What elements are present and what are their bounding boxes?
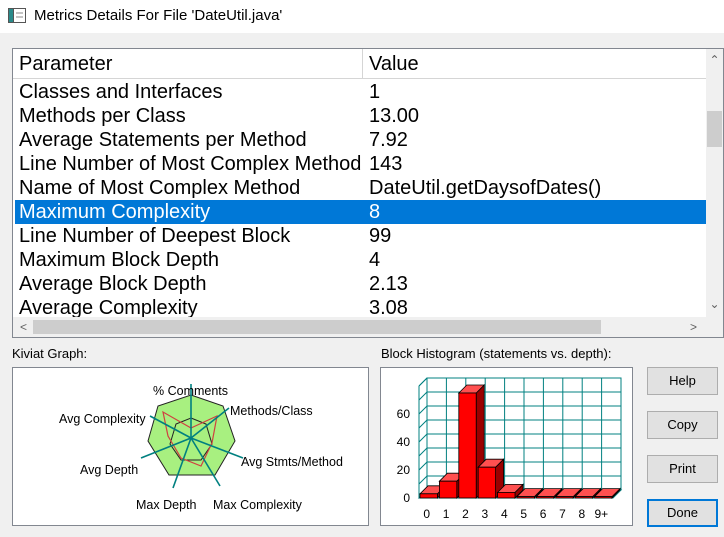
bar — [535, 496, 555, 499]
value-cell: 4 — [369, 249, 381, 271]
help-button[interactable]: Help — [647, 367, 718, 395]
value-cell: 2.13 — [369, 273, 408, 295]
x-tick-label: 4 — [501, 507, 508, 521]
parameter-cell: Line Number of Most Complex Method — [19, 153, 362, 175]
kiviat-axis-label: % Comments — [153, 384, 228, 398]
kiviat-axis-label: Avg Stmts/Method — [241, 455, 343, 469]
kiviat-axis-label: Avg Depth — [80, 463, 138, 477]
parameter-cell: Maximum Block Depth — [19, 249, 220, 271]
column-header-value[interactable]: Value — [363, 49, 706, 79]
bar — [516, 496, 535, 499]
value-cell: 99 — [369, 225, 392, 247]
value-cell: DateUtil.getDaysofDates() — [369, 177, 602, 199]
horizontal-scroll-thumb[interactable] — [33, 320, 601, 334]
column-header-parameter[interactable]: Parameter — [13, 49, 363, 79]
kiviat-graph: % Comments Methods/Class Avg Stmts/Metho… — [59, 384, 343, 512]
bar — [555, 496, 574, 499]
kiviat-axis-label: Max Complexity — [213, 498, 303, 512]
bar — [574, 496, 593, 499]
scroll-down-icon[interactable]: ⌄ — [706, 297, 723, 311]
title-bar: Metrics Details For File 'DateUtil.java' — [0, 0, 724, 33]
kiviat-axis-label: Methods/Class — [230, 404, 313, 418]
bar — [458, 392, 477, 499]
y-tick-label: 40 — [397, 435, 411, 449]
horizontal-scrollbar[interactable]: < > — [13, 317, 706, 337]
histogram-label: Block Histogram (statements vs. depth): — [381, 346, 612, 361]
parameter-cell: Average Block Depth — [19, 273, 207, 295]
table-row[interactable]: Average Complexity 3.08 — [15, 296, 706, 317]
value-cell: 13.00 — [369, 105, 420, 127]
bar — [439, 480, 458, 499]
scroll-up-icon[interactable]: ⌃ — [706, 53, 723, 67]
table-row[interactable]: Average Block Depth 2.13 — [15, 272, 706, 296]
table-row[interactable]: Name of Most Complex Method DateUtil.get… — [15, 176, 706, 200]
table-row[interactable]: Average Statements per Method 7.92 — [15, 128, 706, 152]
window-title: Metrics Details For File 'DateUtil.java' — [34, 7, 283, 24]
value-cell: 143 — [369, 153, 403, 175]
parameter-cell: Line Number of Deepest Block — [19, 225, 291, 247]
value-cell: 7.92 — [369, 129, 408, 151]
x-tick-label: 7 — [559, 507, 566, 521]
scroll-corner — [706, 317, 723, 337]
parameter-cell: Name of Most Complex Method — [19, 177, 301, 199]
parameter-cell: Maximum Complexity — [19, 201, 211, 223]
kiviat-axis-label: Avg Complexity — [59, 412, 146, 426]
parameter-cell: Methods per Class — [19, 105, 186, 127]
value-cell: 1 — [369, 81, 381, 103]
vertical-scrollbar[interactable]: ⌃ ⌄ — [706, 49, 723, 317]
table-row[interactable]: Maximum Block Depth 4 — [15, 248, 706, 272]
x-tick-label: 2 — [462, 507, 469, 521]
parameter-cell: Average Statements per Method — [19, 129, 307, 151]
x-tick-label: 5 — [520, 507, 527, 521]
parameter-cell: Classes and Interfaces — [19, 81, 223, 103]
table-row[interactable]: Line Number of Most Complex Method 143 — [15, 152, 706, 176]
table-row[interactable]: Classes and Interfaces 1 — [15, 80, 706, 104]
table-row[interactable]: Line Number of Deepest Block 99 — [15, 224, 706, 248]
y-tick-label: 20 — [397, 463, 411, 477]
value-cell: 3.08 — [369, 297, 408, 317]
histogram-panel: 0 20 40 60 0 1 2 3 4 5 6 7 8 9+ — [380, 367, 633, 526]
y-tick-label: 60 — [397, 407, 411, 421]
kiviat-panel: % Comments Methods/Class Avg Stmts/Metho… — [12, 367, 369, 526]
copy-button[interactable]: Copy — [647, 411, 718, 439]
print-button[interactable]: Print — [647, 455, 718, 483]
y-tick-label: 0 — [403, 491, 410, 505]
x-tick-label: 3 — [482, 507, 489, 521]
bar — [419, 493, 438, 499]
bar — [497, 492, 516, 499]
kiviat-axis-label: Max Depth — [136, 498, 196, 512]
x-tick-label: 9+ — [594, 507, 608, 521]
parameter-cell: Average Complexity — [19, 297, 198, 317]
metrics-list[interactable]: Parameter Value Classes and Interfaces 1… — [12, 48, 724, 338]
value-cell: 8 — [369, 201, 381, 223]
bar — [594, 496, 613, 499]
kiviat-label: Kiviat Graph: — [12, 346, 88, 361]
vertical-scroll-thumb[interactable] — [707, 111, 722, 147]
window-icon — [8, 8, 26, 23]
done-button[interactable]: Done — [647, 499, 718, 527]
x-tick-label: 8 — [579, 507, 586, 521]
x-tick-label: 1 — [443, 507, 450, 521]
x-tick-label: 0 — [423, 507, 430, 521]
table-row-selected[interactable]: Maximum Complexity 8 — [15, 200, 706, 224]
scroll-right-icon[interactable]: > — [685, 320, 702, 334]
metrics-rows: Classes and Interfaces 1 Methods per Cla… — [13, 80, 706, 317]
table-row[interactable]: Methods per Class 13.00 — [15, 104, 706, 128]
x-tick-label: 6 — [540, 507, 547, 521]
block-histogram: 02040600 1 2 3 4 5 6 7 8 9+ — [397, 377, 623, 521]
bar — [477, 466, 496, 499]
scroll-left-icon[interactable]: < — [15, 320, 32, 334]
